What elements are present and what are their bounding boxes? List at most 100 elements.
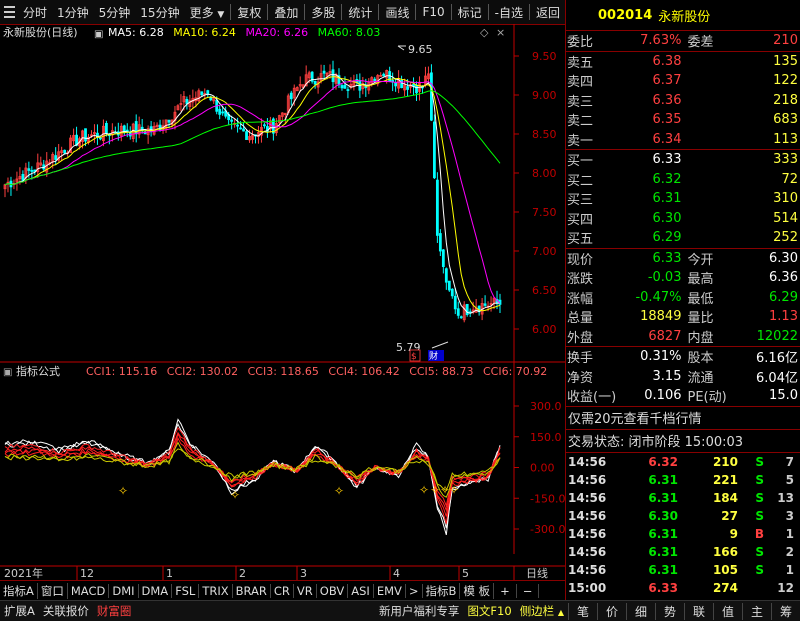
ask-label: 卖一	[567, 133, 594, 149]
f10-graphic-button[interactable]: 图文F10	[463, 603, 515, 619]
bid-row[interactable]: 买四 6.30 514	[566, 209, 800, 229]
tab-fsl[interactable]: FSL	[172, 584, 200, 598]
period-tab-timeshare[interactable]: 分时	[18, 4, 52, 21]
sidebar-toggle-button[interactable]: 侧边栏 ▲	[516, 603, 568, 619]
menu-icon[interactable]	[0, 1, 18, 23]
trade-count: 3	[785, 508, 794, 523]
bid-price: 6.31	[652, 191, 682, 207]
zoom-in-button[interactable]: +	[494, 584, 517, 598]
tab-asi[interactable]: ASI	[348, 584, 374, 598]
tab-window[interactable]: 窗口	[38, 583, 68, 599]
wealth-circle-button[interactable]: 财富圈	[93, 603, 136, 619]
dividend-marker-glyph: $	[411, 352, 417, 362]
candle-body	[313, 81, 317, 85]
ask-volume: 135	[773, 53, 798, 69]
multi-stock-button[interactable]: 多股	[306, 4, 340, 21]
tab-emv[interactable]: EMV	[374, 584, 406, 598]
candle-body	[453, 295, 457, 310]
tab-value[interactable]: 值	[713, 602, 742, 620]
ask-row[interactable]: 卖二 6.35 683	[566, 110, 800, 130]
tab-macd[interactable]: MACD	[68, 584, 110, 598]
xaxis-label-may: 5	[462, 567, 469, 580]
ma20-line	[4, 80, 501, 304]
period-more-dropdown[interactable]: 更多 ▼	[185, 4, 230, 21]
tab-obv[interactable]: OBV	[317, 584, 349, 598]
mark-button[interactable]: 标记	[453, 4, 487, 21]
f10-button[interactable]: F10	[417, 5, 449, 19]
candle-body	[84, 128, 87, 142]
overlay-button[interactable]: 叠加	[269, 4, 303, 21]
bid-row[interactable]: 买五 6.29 252	[566, 228, 800, 248]
tab-trix[interactable]: TRIX	[199, 584, 233, 598]
promo-row[interactable]: 仅需20元查看千档行情	[566, 407, 800, 430]
trade-row[interactable]: 14:56 6.32 210 S 7	[566, 453, 800, 471]
tab-dmi[interactable]: DMI	[109, 584, 139, 598]
weicha-label: 委差	[687, 35, 714, 51]
quote-value-2: 1.13	[769, 309, 798, 325]
tab-cr[interactable]: CR	[271, 584, 294, 598]
draw-line-button[interactable]: 画线	[380, 4, 414, 21]
bid-row[interactable]: 买一 6.33 333	[566, 150, 800, 170]
period-tab-15min[interactable]: 15分钟	[135, 4, 184, 21]
bid-row[interactable]: 买二 6.32 72	[566, 170, 800, 190]
tab-vr[interactable]: VR	[294, 584, 317, 598]
quote-label: 涨跌	[567, 272, 594, 288]
period-tab-1min[interactable]: 1分钟	[52, 4, 94, 21]
trade-ticks[interactable]: 14:56 6.32 210 S 7 14:56 6.31 221 S 5 14:56 6.31 184…	[566, 453, 800, 597]
related-quote-button[interactable]: 关联报价	[39, 603, 93, 619]
tab-chips[interactable]: 筹	[771, 602, 800, 620]
tab-indicator-b[interactable]: 指标B	[423, 583, 461, 599]
cci-legend: CCI1: 115.16 CCI2: 130.02 CCI3: 118.65 C…	[86, 365, 547, 378]
trade-count: 13	[777, 490, 794, 505]
adjust-button[interactable]: 复权	[232, 4, 266, 21]
trade-row[interactable]: 14:56 6.30 27 S 3	[566, 507, 800, 525]
statistics-button[interactable]: 统计	[343, 4, 377, 21]
back-button[interactable]: 返回	[531, 4, 565, 21]
tab-price[interactable]: 价	[597, 602, 626, 620]
candle-body	[63, 149, 67, 154]
ask-row[interactable]: 卖一 6.34 113	[566, 130, 800, 150]
period-tab-5min[interactable]: 5分钟	[94, 4, 136, 21]
tab-trade-detail[interactable]: 笔	[568, 602, 597, 620]
bid-row[interactable]: 买三 6.31 310	[566, 189, 800, 209]
candle-body	[221, 111, 225, 114]
trade-row[interactable]: 14:56 6.31 166 S 2	[566, 543, 800, 561]
ask-row[interactable]: 卖四 6.37 122	[566, 71, 800, 91]
tab-dma[interactable]: DMA	[139, 584, 173, 598]
tab-template[interactable]: 模 板	[460, 583, 495, 599]
zoom-out-button[interactable]: −	[517, 584, 540, 598]
candle-body	[447, 280, 451, 291]
tab-indicator-a[interactable]: 指标A	[0, 583, 38, 599]
kline-chart[interactable]: 9.509.008.508.007.507.006.506.00 300.015…	[0, 24, 565, 580]
ask-row[interactable]: 卖五 6.38 135	[566, 52, 800, 72]
tab-related[interactable]: 联	[684, 602, 713, 620]
trade-price: 6.31	[648, 526, 678, 541]
stock-title: 002014 永新股份	[566, 0, 800, 31]
trade-count: 1	[785, 562, 794, 577]
depth-promo[interactable]: 仅需20元查看千档行情	[566, 408, 702, 427]
trade-row[interactable]: 14:56 6.31 184 S 13	[566, 489, 800, 507]
xaxis-label-mar: 3	[300, 567, 307, 580]
expand-a-button[interactable]: 扩展A	[0, 603, 39, 619]
indicator-menu-icon[interactable]: ▣	[3, 367, 12, 378]
tab-fine[interactable]: 细	[626, 602, 655, 620]
trade-row[interactable]: 15:00 6.33 274 12	[566, 579, 800, 597]
ask-row[interactable]: 卖三 6.36 218	[566, 91, 800, 111]
trade-row[interactable]: 14:56 6.31 9 B 1	[566, 525, 800, 543]
remove-watchlist-button[interactable]: -自选	[490, 4, 528, 21]
trade-row[interactable]: 14:56 6.31 221 S 5	[566, 471, 800, 489]
tab-main[interactable]: 主	[742, 602, 771, 620]
close-icon[interactable]: ×	[496, 26, 505, 39]
scroll-right-icon[interactable]: >	[406, 584, 423, 598]
new-user-promo-link[interactable]: 新用户福利专享	[375, 603, 464, 619]
cci-axis: 300.0 150.0 0.00 -150.0 -300.0	[514, 400, 565, 536]
expand-icon[interactable]: ▣	[94, 29, 103, 40]
diamond-icon[interactable]: ◇	[480, 26, 489, 39]
butterfly-markers: ✧ ✧ ✧ ✧ ✧ ✧✧	[118, 483, 459, 502]
trade-row[interactable]: 14:56 6.31 105 S 1	[566, 561, 800, 579]
tab-trend[interactable]: 势	[655, 602, 684, 620]
trade-status: 交易状态: 闭市阶段 15:00:03	[568, 435, 744, 450]
tab-brar[interactable]: BRAR	[233, 584, 271, 598]
ma10-label: MA10: 6.24	[173, 26, 236, 39]
stat-value: 0.31%	[640, 349, 682, 365]
